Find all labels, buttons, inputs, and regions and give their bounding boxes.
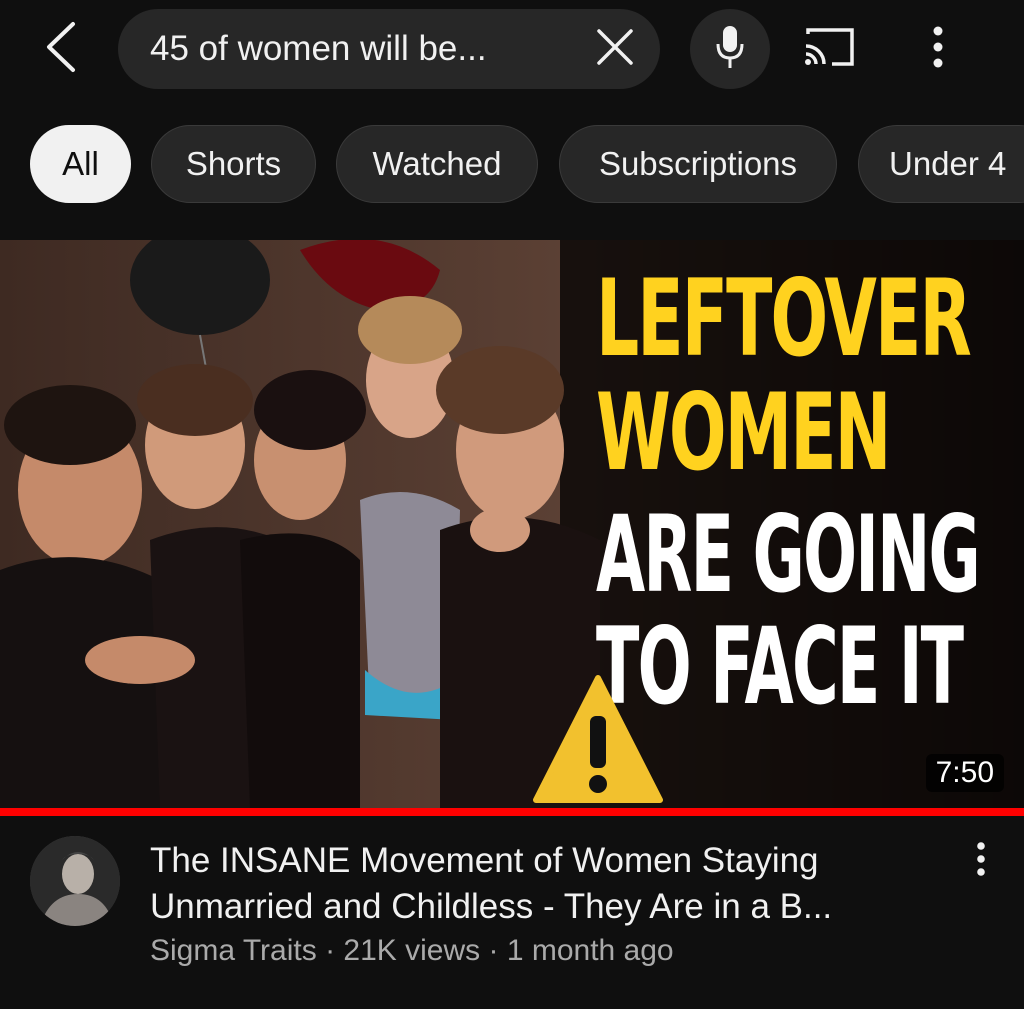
channel-name[interactable]: Sigma Traits [150, 934, 317, 967]
microphone-icon [715, 24, 745, 75]
view-count: 21K views [343, 934, 481, 967]
chip-label: Watched [372, 145, 502, 182]
meta-separator: · [325, 934, 336, 967]
upload-age: 1 month ago [506, 934, 674, 967]
video-metadata: Sigma Traits · 21K views · 1 month ago [150, 934, 940, 968]
more-options-button[interactable] [908, 18, 968, 80]
channel-avatar[interactable] [30, 836, 120, 926]
thumbnail-caption-line2: WOMEN [596, 371, 891, 494]
watch-progress-fill [0, 808, 1024, 816]
chip-watched[interactable]: Watched [336, 125, 538, 203]
video-more-button[interactable] [956, 836, 1006, 886]
vertical-ellipsis-icon [976, 841, 986, 881]
chip-label: Subscriptions [598, 145, 798, 182]
meta-separator: · [488, 934, 499, 967]
back-button[interactable] [30, 14, 90, 84]
vertical-ellipsis-icon [932, 26, 944, 73]
thumbnail-caption-line1: LEFTOVER [596, 257, 972, 380]
filter-chips: All Shorts Watched Subscriptions Under 4 [0, 125, 1024, 203]
video-title[interactable]: The INSANE Movement of Women Staying Unm… [150, 838, 940, 930]
clear-search-button[interactable] [570, 9, 660, 89]
voice-search-button[interactable] [690, 9, 770, 89]
cast-button[interactable] [793, 20, 865, 78]
top-bar: 45 of women will be... [0, 0, 1024, 100]
chip-all[interactable]: All [30, 125, 131, 203]
chip-label: Shorts [185, 145, 282, 182]
chip-label: All [62, 145, 99, 182]
search-query[interactable]: 45 of women will be... [150, 29, 570, 69]
close-icon [595, 27, 635, 72]
warning-triangle-icon [532, 672, 664, 808]
chip-subscriptions[interactable]: Subscriptions [559, 125, 837, 203]
chevron-left-icon [43, 20, 77, 79]
video-thumbnail[interactable]: LEFTOVER WOMEN ARE GOING TO FACE IT 7:50 [0, 240, 1024, 808]
chip-shorts[interactable]: Shorts [151, 125, 316, 203]
avatar-portrait [30, 836, 120, 926]
chip-label: Under 4 [889, 145, 1007, 182]
cast-icon [802, 26, 856, 73]
watch-progress-bar [0, 808, 1024, 816]
search-box[interactable]: 45 of women will be... [118, 9, 660, 89]
thumbnail-caption-line3: ARE GOING [596, 493, 981, 616]
video-duration-badge: 7:50 [925, 754, 1004, 792]
chip-under-4[interactable]: Under 4 [858, 125, 1024, 203]
